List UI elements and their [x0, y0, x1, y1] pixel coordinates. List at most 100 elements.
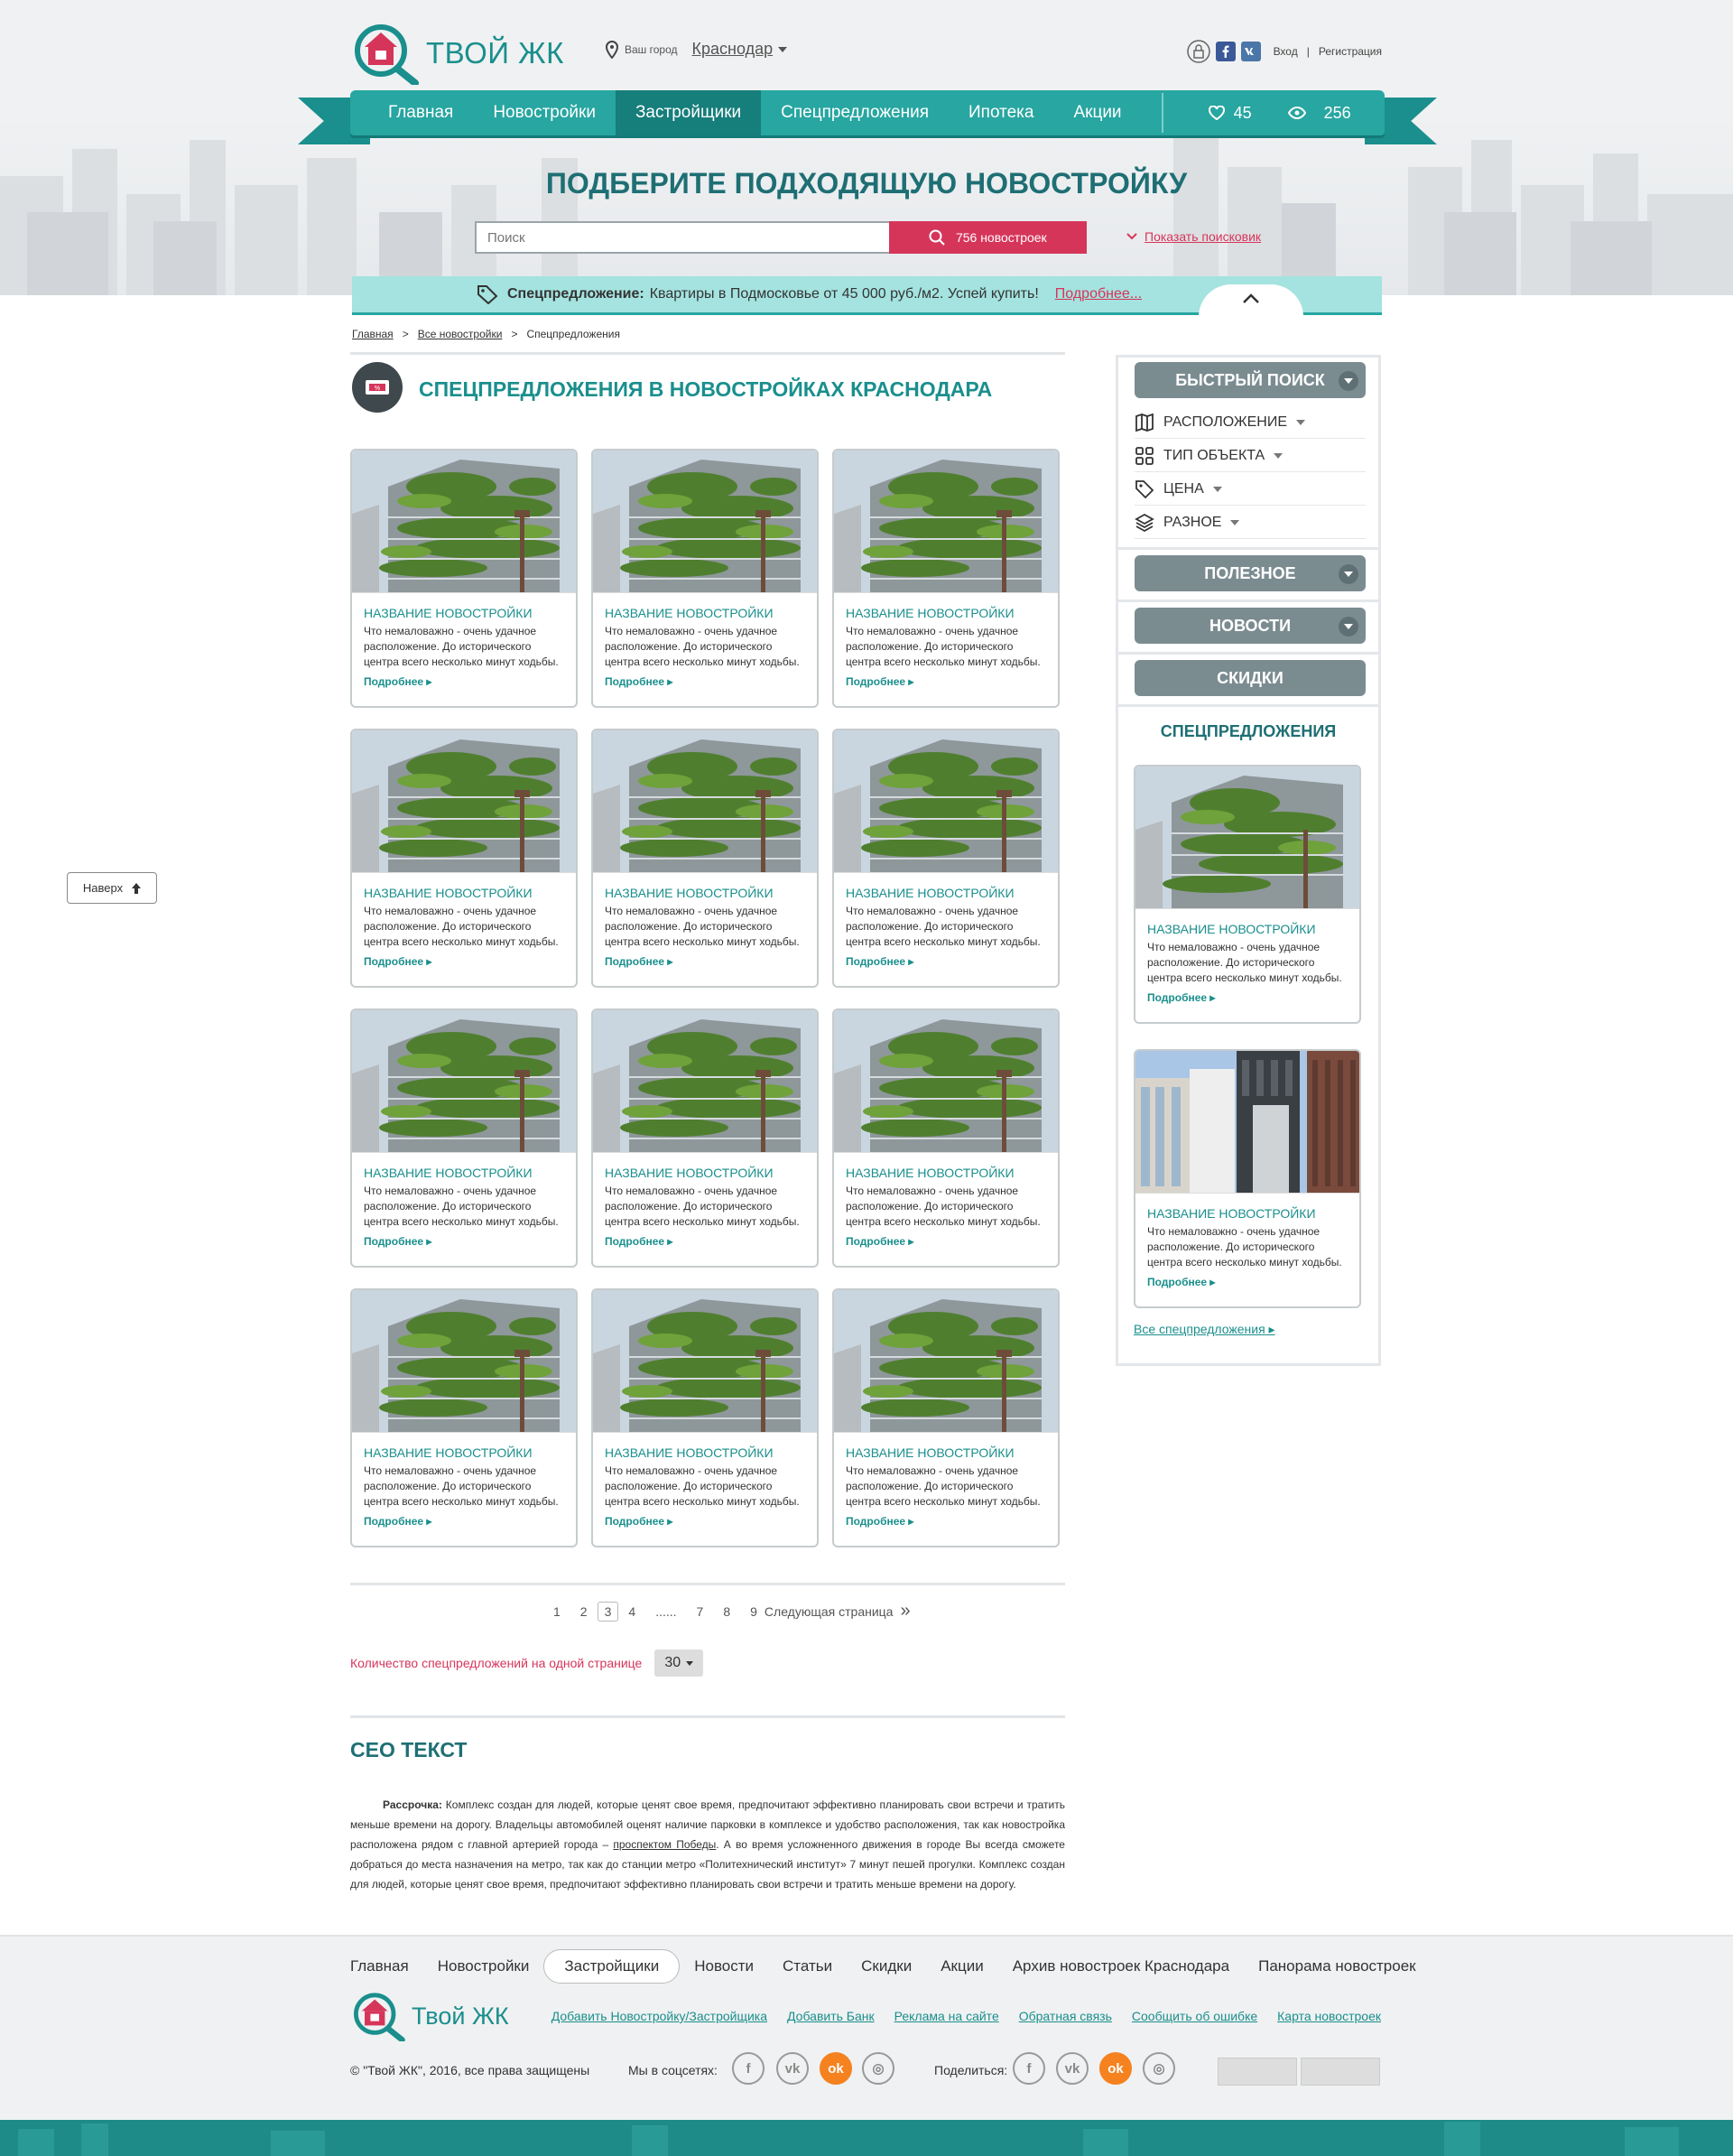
promo-more-link[interactable]: Подробнее...: [1055, 286, 1142, 302]
footer-nav-item[interactable]: Скидки: [847, 1950, 926, 1983]
footer-link[interactable]: Сообщить об ошибке: [1132, 2009, 1257, 2023]
facebook-share-icon[interactable]: f: [1013, 2052, 1045, 2085]
nav-item-developers[interactable]: Застройщики: [615, 90, 762, 135]
card-more-link[interactable]: Подробнее ▸: [605, 1515, 817, 1528]
offer-card[interactable]: НАЗВАНИЕ НОВОСТРОЙКИ Что немаловажно - о…: [591, 449, 819, 708]
nav-item-special-offers[interactable]: Спецпредложения: [761, 90, 949, 135]
card-title[interactable]: НАЗВАНИЕ НОВОСТРОЙКИ: [605, 886, 817, 900]
building-photo[interactable]: [1135, 767, 1359, 909]
footer-nav-item[interactable]: Панорама новостроек: [1244, 1950, 1431, 1983]
favorites-counter[interactable]: 45: [1208, 104, 1252, 123]
offer-card[interactable]: НАЗВАНИЕ НОВОСТРОЙКИ Что немаловажно - о…: [350, 1288, 578, 1547]
vk-share-icon[interactable]: vk: [1056, 2052, 1089, 2085]
footer-logo[interactable]: Твой ЖК: [350, 1991, 509, 2041]
card-title[interactable]: НАЗВАНИЕ НОВОСТРОЙКИ: [846, 606, 1058, 620]
card-more-link[interactable]: Подробнее ▸: [846, 1515, 1058, 1528]
skyscrapers-photo[interactable]: [1135, 1051, 1359, 1194]
card-title[interactable]: НАЗВАНИЕ НОВОСТРОЙКИ: [846, 1166, 1058, 1180]
card-more-link[interactable]: Подробнее ▸: [846, 955, 1058, 968]
offer-card[interactable]: НАЗВАНИЕ НОВОСТРОЙКИ Что немаловажно - о…: [350, 1008, 578, 1268]
card-title[interactable]: НАЗВАНИЕ НОВОСТРОЙКИ: [364, 886, 576, 900]
filter-price[interactable]: ЦЕНА: [1135, 473, 1366, 506]
card-title[interactable]: НАЗВАНИЕ НОВОСТРОЙКИ: [605, 1166, 817, 1180]
offer-card[interactable]: НАЗВАНИЕ НОВОСТРОЙКИ Что немаловажно - о…: [591, 1288, 819, 1547]
vk-icon[interactable]: vk: [776, 2052, 809, 2085]
footer-nav-item-active[interactable]: Застройщики: [543, 1949, 681, 1984]
footer-link[interactable]: Добавить Новостройку/Застройщика: [551, 2009, 767, 2023]
building-photo[interactable]: [352, 1290, 576, 1433]
sidebar-offer-card[interactable]: НАЗВАНИЕ НОВОСТРОЙКИ Что немаловажно - о…: [1134, 1049, 1361, 1308]
building-photo[interactable]: [834, 730, 1058, 873]
nav-item-mortgage[interactable]: Ипотека: [949, 90, 1053, 135]
footer-link[interactable]: Добавить Банк: [787, 2009, 875, 2023]
card-more-link[interactable]: Подробнее ▸: [364, 1515, 576, 1528]
building-photo[interactable]: [593, 1290, 817, 1433]
counter-badge[interactable]: [1218, 2058, 1297, 2086]
facebook-icon[interactable]: f: [732, 2052, 765, 2085]
collapse-tab[interactable]: [1199, 284, 1303, 317]
page-link[interactable]: 1: [543, 1604, 570, 1619]
back-to-top-button[interactable]: Наверх: [67, 872, 157, 904]
building-photo[interactable]: [834, 1290, 1058, 1433]
building-photo[interactable]: [352, 1010, 576, 1153]
card-more-link[interactable]: Подробнее ▸: [846, 675, 1058, 688]
offer-card[interactable]: НАЗВАНИЕ НОВОСТРОЙКИ Что немаловажно - о…: [832, 729, 1060, 988]
nav-item-new-buildings[interactable]: Новостройки: [473, 90, 616, 135]
card-more-link[interactable]: Подробнее ▸: [364, 955, 576, 968]
page-link[interactable]: 9: [740, 1604, 761, 1619]
filter-location[interactable]: РАСПОЛОЖЕНИЕ: [1135, 406, 1366, 439]
footer-nav-item[interactable]: Акции: [926, 1950, 998, 1983]
card-more-link[interactable]: Подробнее ▸: [846, 1235, 1058, 1248]
useful-button[interactable]: ПОЛЕЗНОЕ: [1135, 555, 1366, 591]
page-link[interactable]: 2: [570, 1604, 598, 1619]
card-more-link[interactable]: Подробнее ▸: [364, 1235, 576, 1248]
city-value[interactable]: Краснодар: [692, 40, 774, 59]
building-photo[interactable]: [834, 1010, 1058, 1153]
building-photo[interactable]: [593, 1010, 817, 1153]
building-photo[interactable]: [352, 451, 576, 593]
offer-card[interactable]: НАЗВАНИЕ НОВОСТРОЙКИ Что немаловажно - о…: [350, 449, 578, 708]
card-more-link[interactable]: Подробнее ▸: [364, 675, 576, 688]
footer-link[interactable]: Карта новостроек: [1277, 2009, 1381, 2023]
next-page-link[interactable]: Следующая страница: [761, 1604, 897, 1619]
discounts-button[interactable]: СКИДКИ: [1135, 660, 1366, 696]
offer-card[interactable]: НАЗВАНИЕ НОВОСТРОЙКИ Что немаловажно - о…: [591, 1008, 819, 1268]
quick-search-button[interactable]: БЫСТРЫЙ ПОИСК: [1135, 362, 1366, 398]
all-offers-link[interactable]: Все спецпредложения ▸: [1134, 1322, 1275, 1337]
card-title[interactable]: НАЗВАНИЕ НОВОСТРОЙКИ: [605, 606, 817, 620]
show-search-link[interactable]: Показать поисковик: [1126, 229, 1261, 244]
search-button[interactable]: 756 новостроек: [888, 221, 1087, 254]
seo-link[interactable]: проспектом Победы: [613, 1838, 716, 1851]
nav-item-home[interactable]: Главная: [368, 90, 473, 135]
card-more-link[interactable]: Подробнее ▸: [605, 675, 817, 688]
city-selector[interactable]: Ваш город Краснодар: [605, 40, 788, 59]
card-more-link[interactable]: Подробнее ▸: [1147, 991, 1359, 1004]
offer-card[interactable]: НАЗВАНИЕ НОВОСТРОЙКИ Что немаловажно - о…: [591, 729, 819, 988]
odnoklassniki-icon[interactable]: ok: [820, 2052, 852, 2085]
lock-icon[interactable]: [1186, 40, 1210, 63]
footer-nav-item[interactable]: Статьи: [768, 1950, 847, 1983]
footer-link[interactable]: Обратная связь: [1019, 2009, 1112, 2023]
building-photo[interactable]: [834, 451, 1058, 593]
card-title[interactable]: НАЗВАНИЕ НОВОСТРОЙКИ: [846, 1445, 1058, 1460]
card-title[interactable]: НАЗВАНИЕ НОВОСТРОЙКИ: [1147, 922, 1359, 936]
camera-icon[interactable]: ◎: [862, 2052, 894, 2085]
offer-card[interactable]: НАЗВАНИЕ НОВОСТРОЙКИ Что немаловажно - о…: [350, 729, 578, 988]
views-counter[interactable]: 256: [1287, 104, 1351, 123]
odnoklassniki-share-icon[interactable]: ok: [1099, 2052, 1132, 2085]
search-input[interactable]: [475, 221, 889, 254]
card-more-link[interactable]: Подробнее ▸: [605, 1235, 817, 1248]
filter-object-type[interactable]: ТИП ОБЪЕКТА: [1135, 440, 1366, 472]
offer-card[interactable]: НАЗВАНИЕ НОВОСТРОЙКИ Что немаловажно - о…: [832, 1288, 1060, 1547]
offer-card[interactable]: НАЗВАНИЕ НОВОСТРОЙКИ Что немаловажно - о…: [832, 1008, 1060, 1268]
counter-badge[interactable]: [1301, 2058, 1380, 2086]
building-photo[interactable]: [352, 730, 576, 873]
register-link[interactable]: Регистрация: [1319, 45, 1382, 58]
nav-item-promotions[interactable]: Акции: [1053, 90, 1141, 135]
offer-card[interactable]: НАЗВАНИЕ НОВОСТРОЙКИ Что немаловажно - о…: [832, 449, 1060, 708]
footer-nav-item[interactable]: Новостройки: [423, 1950, 544, 1983]
card-title[interactable]: НАЗВАНИЕ НОВОСТРОЙКИ: [846, 886, 1058, 900]
building-photo[interactable]: [593, 451, 817, 593]
sidebar-offer-card[interactable]: НАЗВАНИЕ НОВОСТРОЙКИ Что немаловажно - о…: [1134, 765, 1361, 1024]
next-arrow-icon[interactable]: »: [896, 1601, 913, 1622]
